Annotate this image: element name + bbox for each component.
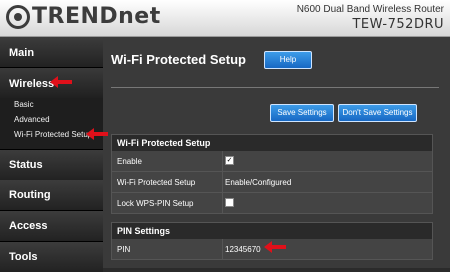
enable-label: Enable	[117, 157, 142, 166]
column-divider	[222, 239, 223, 259]
main-content: Wi-Fi Protected Setup Help Save Settings…	[103, 37, 450, 268]
wps-status-label: Wi-Fi Protected Setup	[117, 178, 196, 187]
sidebar-item-label: Tools	[9, 251, 38, 263]
model-description: N600 Dual Band Wireless Router	[296, 4, 444, 15]
brand-logo-text: TRENDnet	[32, 4, 161, 29]
dont-save-settings-button[interactable]: Don't Save Settings	[338, 104, 417, 122]
sidebar: Main Wireless Basic Advanced Wi-Fi Prote…	[0, 37, 103, 272]
sidebar-item-status[interactable]: Status	[0, 149, 103, 181]
page-title: Wi-Fi Protected Setup	[111, 52, 246, 67]
section-title: Wi-Fi Protected Setup	[117, 138, 211, 148]
section-title: PIN Settings	[117, 226, 171, 236]
model-name: TEW-752DRU	[352, 17, 444, 32]
sidebar-item-label: Access	[9, 220, 48, 232]
sidebar-item-label: Routing	[9, 189, 51, 201]
lock-wps-pin-checkbox[interactable]	[225, 198, 234, 207]
pin-section-header: PIN Settings	[111, 222, 433, 240]
table-row: Wi-Fi Protected Setup Enable/Configured	[111, 172, 433, 193]
lock-wps-pin-label: Lock WPS-PIN Setup	[117, 199, 194, 208]
sidebar-subitem-advanced[interactable]: Advanced	[14, 115, 50, 124]
pin-value: 12345670	[225, 245, 261, 254]
table-row: Lock WPS-PIN Setup	[111, 193, 433, 214]
trendnet-logo-icon	[6, 5, 30, 29]
sidebar-subitem-wps[interactable]: Wi-Fi Protected Setup	[14, 130, 92, 139]
sidebar-subitem-basic[interactable]: Basic	[14, 100, 34, 109]
sidebar-item-routing[interactable]: Routing	[0, 180, 103, 211]
sidebar-item-main[interactable]: Main	[0, 37, 103, 68]
annotation-arrow-icon	[86, 128, 108, 140]
sidebar-item-label: Main	[9, 47, 35, 59]
annotation-arrow-icon	[50, 76, 72, 88]
save-settings-button[interactable]: Save Settings	[270, 104, 334, 122]
help-button[interactable]: Help	[264, 51, 312, 69]
header-bar: TRENDnet N600 Dual Band Wireless Router …	[0, 0, 450, 37]
annotation-arrow-icon	[264, 241, 286, 253]
column-divider	[222, 193, 223, 213]
sidebar-item-label: Status	[9, 159, 43, 171]
sidebar-item-label: Wireless	[9, 78, 55, 90]
table-row: Enable ✓	[111, 151, 433, 172]
enable-checkbox[interactable]: ✓	[225, 156, 234, 165]
wps-section-header: Wi-Fi Protected Setup	[111, 134, 433, 152]
wps-status-value: Enable/Configured	[225, 178, 292, 187]
column-divider	[222, 151, 223, 171]
column-divider	[222, 172, 223, 192]
pin-label: PIN	[117, 245, 131, 254]
sidebar-item-access[interactable]: Access	[0, 211, 103, 242]
divider	[111, 87, 439, 88]
